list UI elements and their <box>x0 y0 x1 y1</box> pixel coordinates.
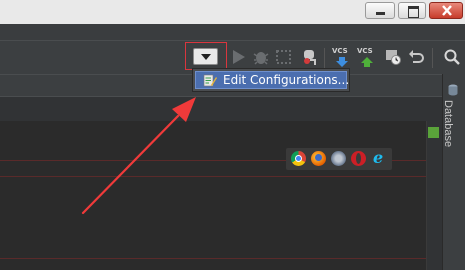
edit-configurations-icon <box>203 74 217 87</box>
database-tab-label: Database <box>442 100 454 148</box>
chevron-down-icon <box>201 54 211 60</box>
close-icon <box>442 5 452 16</box>
maximize-button[interactable] <box>398 2 426 19</box>
arrow-down-icon <box>336 57 348 67</box>
editor-line-marker <box>0 176 426 177</box>
firefox-icon[interactable] <box>311 151 326 166</box>
window-title-bar <box>0 0 465 24</box>
safari-icon[interactable] <box>331 151 346 166</box>
database-icon <box>448 84 458 96</box>
minimize-icon <box>376 12 385 15</box>
opera-icon[interactable] <box>351 151 366 166</box>
code-editor[interactable] <box>0 121 426 270</box>
maximize-icon <box>408 6 419 18</box>
vcs-history-icon[interactable] <box>384 48 402 66</box>
close-button[interactable] <box>429 2 463 19</box>
vcs-commit-label: VCS <box>357 47 373 55</box>
toolbar-separator <box>324 48 325 68</box>
editor-line-marker <box>0 258 426 259</box>
chrome-icon[interactable] <box>291 151 306 166</box>
coverage-icon[interactable] <box>275 48 293 66</box>
vcs-commit-button[interactable]: VCS <box>357 47 377 67</box>
search-icon[interactable] <box>443 48 461 66</box>
vcs-update-button[interactable]: VCS <box>332 47 352 67</box>
vcs-update-label: VCS <box>332 47 348 55</box>
arrow-up-icon <box>361 57 373 67</box>
run-icon[interactable] <box>230 48 248 66</box>
editor-scroll-gutter[interactable] <box>426 121 443 270</box>
menu-bar <box>0 24 465 40</box>
attach-debugger-icon[interactable] <box>300 48 318 66</box>
revert-icon[interactable] <box>407 48 425 66</box>
run-configurations-dropdown[interactable] <box>193 48 218 65</box>
edit-configurations-label: Edit Configurations... <box>223 73 350 87</box>
minimize-button[interactable] <box>365 2 395 19</box>
debug-icon[interactable] <box>252 48 270 66</box>
internet-explorer-icon[interactable]: e <box>371 148 386 167</box>
editor-tabs-bar <box>0 96 442 122</box>
toolbar-separator <box>432 48 433 68</box>
analysis-status-indicator[interactable] <box>428 127 439 138</box>
